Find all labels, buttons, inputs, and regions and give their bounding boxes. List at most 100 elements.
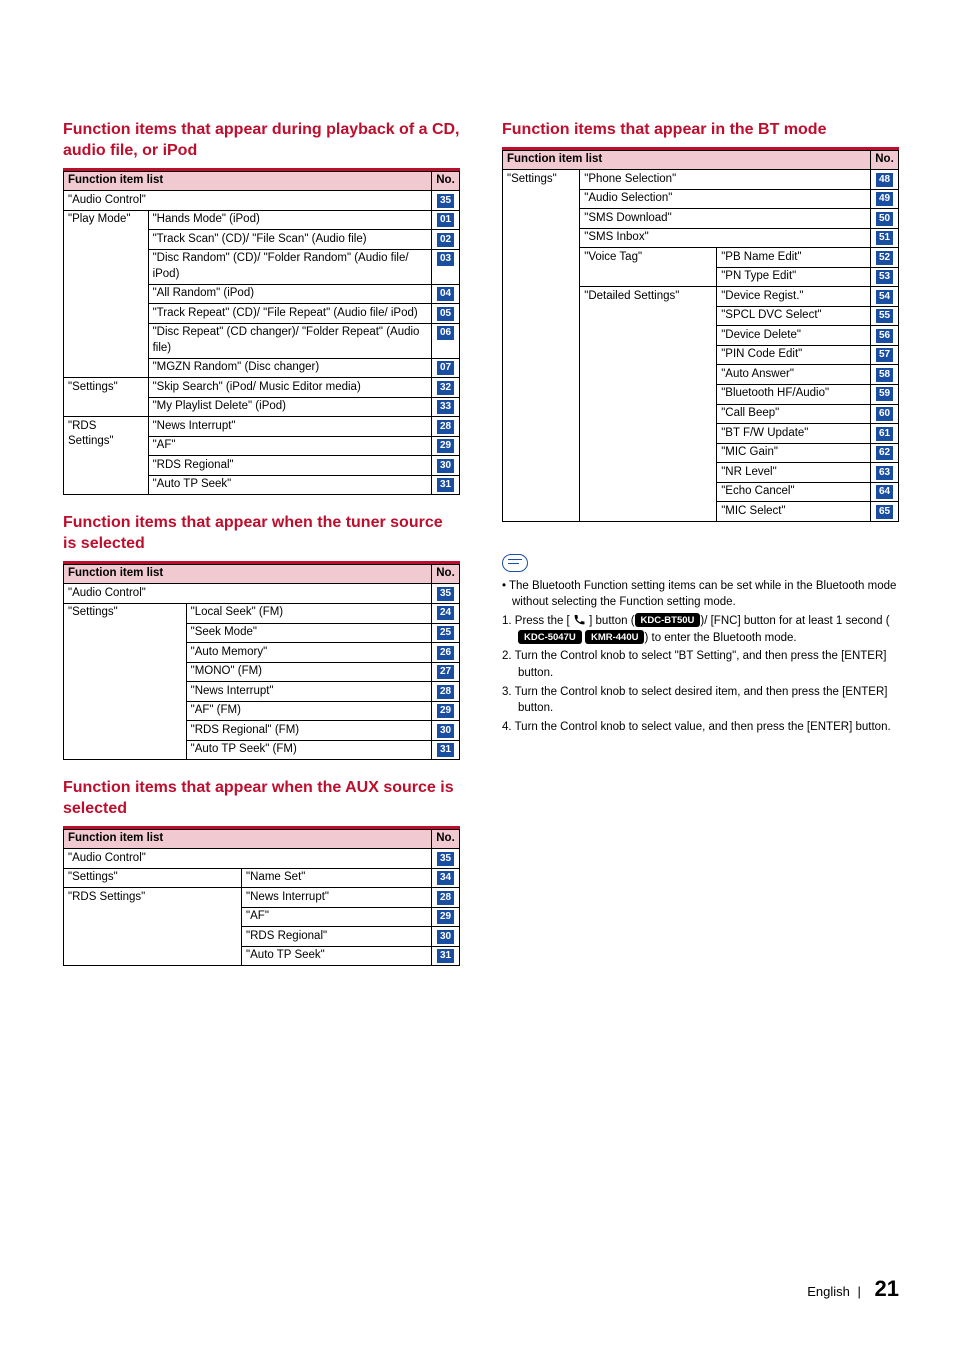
cell-no: 56 (871, 326, 899, 346)
cell-no: 54 (871, 287, 899, 307)
model-chip: KDC-BT50U (635, 613, 701, 627)
col-head-list: Function item list (64, 829, 432, 849)
cell-no: 48 (871, 170, 899, 190)
cell: "RDS Regional" (242, 927, 432, 947)
left-column: Function items that appear during playba… (63, 120, 460, 984)
col-head-no: No. (432, 829, 460, 849)
col-head-no: No. (432, 564, 460, 584)
cell-no: 33 (432, 397, 460, 417)
phone-icon (573, 613, 586, 626)
note-step-1: 1. Press the [ ] button (KDC-BT50U)/ [FN… (502, 613, 899, 646)
note-body: The Bluetooth Function setting items can… (502, 578, 899, 736)
col-head-list: Function item list (64, 564, 432, 584)
model-chip: KMR-440U (585, 630, 645, 644)
cell: "Disc Repeat" (CD changer)/ "Folder Repe… (148, 323, 431, 358)
col-head-list: Function item list (64, 171, 432, 191)
cell: "Audio Control" (64, 584, 432, 604)
cell-no: 29 (432, 436, 460, 456)
cell-no: 62 (871, 443, 899, 463)
cell: "BT F/W Update" (717, 424, 871, 444)
cell-no: 28 (432, 417, 460, 437)
tuner-function-table: Function item list No. "Audio Control"35… (63, 564, 460, 760)
cell-no: 02 (432, 230, 460, 250)
cell: "RDS Settings" (64, 417, 149, 495)
cell: "Audio Control" (64, 191, 432, 211)
col-head-no: No. (871, 150, 899, 170)
cell: "Settings" (64, 603, 187, 759)
cell-no: 32 (432, 378, 460, 398)
cell-no: 29 (432, 907, 460, 927)
cell: "AF" (242, 907, 432, 927)
cell: "RDS Regional" (FM) (186, 721, 431, 741)
cell: "Settings" (64, 868, 242, 888)
bt-function-table: Function item list No. "Settings""Phone … (502, 150, 899, 522)
cell: "Auto TP Seek" (242, 946, 432, 966)
cell: "PB Name Edit" (717, 248, 871, 268)
cell: "Auto TP Seek" (FM) (186, 740, 431, 760)
cell-no: 31 (432, 475, 460, 495)
cell-no: 35 (432, 849, 460, 869)
cell: "All Random" (iPod) (148, 284, 431, 304)
cell-no: 03 (432, 249, 460, 284)
cell-no: 24 (432, 603, 460, 623)
cell: "Auto Answer" (717, 365, 871, 385)
cell: "AF" (FM) (186, 701, 431, 721)
footer-sep: | (858, 1284, 861, 1299)
cell: "Audio Selection" (580, 189, 871, 209)
cell-no: 30 (432, 456, 460, 476)
cell: "PN Type Edit" (717, 267, 871, 287)
cell-no: 59 (871, 384, 899, 404)
cell: "MONO" (FM) (186, 662, 431, 682)
note-step-4: 4. Turn the Control knob to select value… (502, 719, 899, 736)
cd-function-table: Function item list No. "Audio Control"35… (63, 171, 460, 496)
cell-no: 29 (432, 701, 460, 721)
cell: "Detailed Settings" (580, 287, 717, 521)
cell: "RDS Settings" (64, 888, 242, 966)
cell: "Device Regist." (717, 287, 871, 307)
cell: "Phone Selection" (580, 170, 871, 190)
cell-no: 51 (871, 228, 899, 248)
cell: "Auto Memory" (186, 643, 431, 663)
cell-no: 05 (432, 304, 460, 324)
cell-no: 04 (432, 284, 460, 304)
cell-no: 01 (432, 210, 460, 230)
cell: "AF" (148, 436, 431, 456)
cell: "Settings" (64, 378, 149, 417)
cell-no: 27 (432, 662, 460, 682)
cell: "Play Mode" (64, 210, 149, 378)
cell-no: 58 (871, 365, 899, 385)
cell-no: 30 (432, 927, 460, 947)
note-step-2: 2. Turn the Control knob to select "BT S… (502, 648, 899, 681)
cell: "SPCL DVC Select" (717, 306, 871, 326)
tuner-section-title: Function items that appear when the tune… (63, 513, 460, 555)
cell-no: 63 (871, 463, 899, 483)
cell: "Skip Search" (iPod/ Music Editor media) (148, 378, 431, 398)
cell: "Audio Control" (64, 849, 432, 869)
cell-no: 26 (432, 643, 460, 663)
cell-no: 07 (432, 358, 460, 378)
cell-no: 53 (871, 267, 899, 287)
cell: "News Interrupt" (148, 417, 431, 437)
cell: "Name Set" (242, 868, 432, 888)
model-chip: KDC-5047U (518, 630, 582, 644)
note-bullet: The Bluetooth Function setting items can… (502, 578, 899, 611)
cell-no: 34 (432, 868, 460, 888)
cell-no: 50 (871, 209, 899, 229)
cell-no: 52 (871, 248, 899, 268)
cell: "Seek Mode" (186, 623, 431, 643)
cell-no: 35 (432, 191, 460, 211)
cell: "Track Scan" (CD)/ "File Scan" (Audio fi… (148, 230, 431, 250)
cell-no: 06 (432, 323, 460, 358)
cell-no: 60 (871, 404, 899, 424)
cell: "News Interrupt" (242, 888, 432, 908)
cell: "SMS Inbox" (580, 228, 871, 248)
cell: "NR Level" (717, 463, 871, 483)
cell: "Hands Mode" (iPod) (148, 210, 431, 230)
cell: "MIC Gain" (717, 443, 871, 463)
note-step-3: 3. Turn the Control knob to select desir… (502, 684, 899, 717)
cell-no: 35 (432, 584, 460, 604)
cell-no: 30 (432, 721, 460, 741)
cell-no: 31 (432, 740, 460, 760)
cell: "Device Delete" (717, 326, 871, 346)
cell: "RDS Regional" (148, 456, 431, 476)
